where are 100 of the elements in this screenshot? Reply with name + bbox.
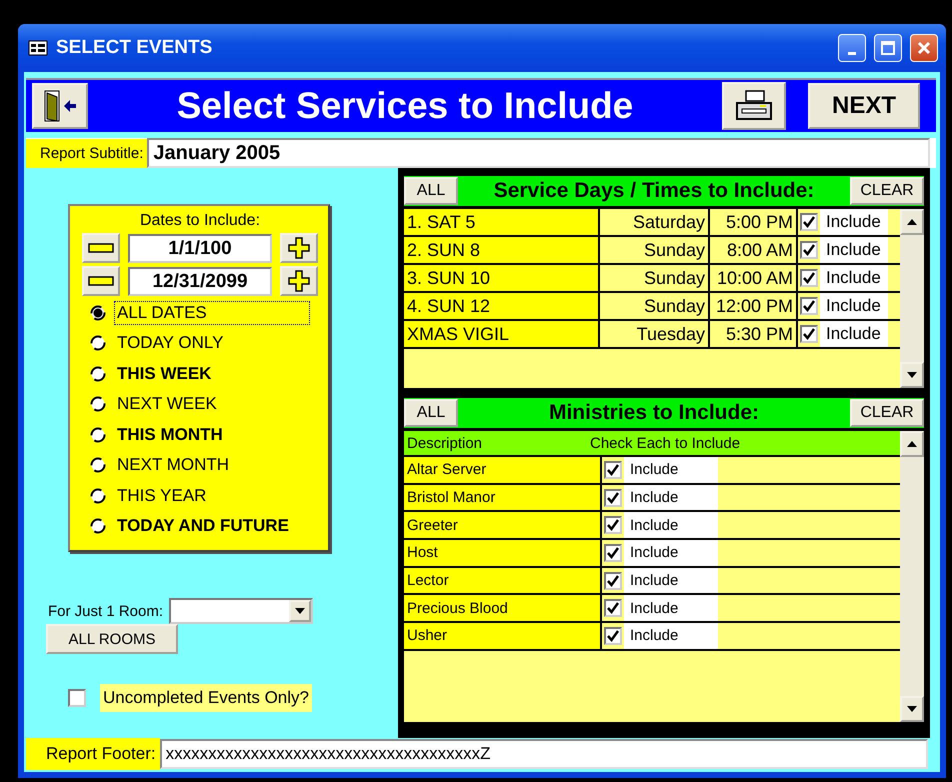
subtitle-label: Report Subtitle: bbox=[26, 138, 148, 168]
ministry-name: Host bbox=[404, 540, 602, 566]
radio-button[interactable] bbox=[90, 335, 106, 352]
subtitle-field[interactable]: January 2005 bbox=[147, 138, 930, 168]
exit-button[interactable] bbox=[32, 83, 88, 129]
radio-button[interactable] bbox=[90, 457, 106, 474]
radio-button[interactable] bbox=[90, 518, 106, 534]
service-name: 3. SUN 10 bbox=[404, 265, 600, 291]
radio-button[interactable] bbox=[90, 426, 106, 443]
date-option-label: TODAY ONLY bbox=[116, 332, 224, 354]
radio-button[interactable] bbox=[90, 366, 106, 382]
down-arrow-icon bbox=[907, 706, 917, 712]
column-header: Check Each to Include bbox=[589, 434, 740, 452]
date-option-label: ALL DATES bbox=[114, 300, 310, 325]
uncompleted-checkbox[interactable] bbox=[68, 689, 86, 707]
date-field[interactable]: 12/31/2099 bbox=[128, 266, 272, 296]
include-label: Include bbox=[624, 457, 718, 483]
ministry-name: Altar Server bbox=[404, 457, 602, 483]
include-checkbox[interactable] bbox=[800, 325, 818, 343]
service-name: 1. SAT 5 bbox=[404, 209, 600, 235]
date-option-label: THIS MONTH bbox=[116, 424, 224, 446]
section-title: Service Days / Times to Include: bbox=[492, 179, 816, 203]
exit-door-icon bbox=[42, 89, 78, 123]
all-button[interactable]: ALL bbox=[404, 399, 458, 427]
down-arrow-icon bbox=[907, 372, 917, 378]
include-checkbox[interactable] bbox=[604, 572, 622, 590]
minus-icon bbox=[88, 276, 114, 286]
service-name: 4. SUN 12 bbox=[404, 293, 600, 319]
ministry-name: Lector bbox=[404, 568, 602, 594]
include-label: Include bbox=[624, 540, 718, 566]
include-checkbox[interactable] bbox=[604, 626, 622, 645]
clear-button[interactable]: CLEAR bbox=[850, 399, 924, 427]
date-option-label: NEXT WEEK bbox=[116, 393, 218, 416]
include-checkbox[interactable] bbox=[604, 544, 622, 562]
include-label: Include bbox=[624, 484, 718, 510]
maximize-button[interactable] bbox=[874, 34, 902, 62]
scrollbar[interactable] bbox=[900, 431, 924, 722]
minimize-icon bbox=[848, 52, 856, 54]
include-label: Include bbox=[820, 293, 888, 319]
minus-icon bbox=[88, 243, 114, 253]
page-title: Select Services to Include bbox=[176, 85, 634, 127]
date-option-label: NEXT MONTH bbox=[116, 454, 230, 476]
include-checkbox[interactable] bbox=[604, 516, 622, 534]
include-label: Include bbox=[820, 237, 888, 263]
dates-label: Dates to Include: bbox=[138, 212, 262, 230]
printer-icon bbox=[734, 89, 774, 123]
section-title: Ministries to Include: bbox=[548, 401, 760, 425]
include-checkbox[interactable] bbox=[800, 241, 818, 259]
up-arrow-icon bbox=[907, 441, 917, 447]
plus-icon bbox=[288, 270, 310, 292]
date-field[interactable]: 1/1/100 bbox=[128, 234, 272, 262]
service-name: 2. SUN 8 bbox=[404, 237, 600, 263]
include-checkbox[interactable] bbox=[800, 297, 818, 315]
plus-icon bbox=[288, 237, 310, 259]
column-header: Description bbox=[406, 434, 484, 452]
include-checkbox[interactable] bbox=[604, 488, 622, 507]
increment-button[interactable] bbox=[280, 266, 318, 296]
include-label: Include bbox=[624, 595, 718, 622]
maximize-icon bbox=[880, 40, 896, 56]
down-arrow-icon bbox=[295, 608, 306, 614]
date-option-label: THIS WEEK bbox=[116, 362, 212, 385]
minimize-button[interactable] bbox=[838, 34, 866, 62]
room-dropdown[interactable] bbox=[169, 598, 314, 624]
include-checkbox[interactable] bbox=[604, 460, 622, 479]
footer-label: Report Footer: bbox=[26, 738, 160, 770]
include-label: Include bbox=[624, 512, 718, 538]
scroll-down-button[interactable] bbox=[900, 362, 924, 388]
radio-button[interactable] bbox=[90, 488, 106, 504]
scroll-down-button[interactable] bbox=[900, 696, 924, 722]
increment-button[interactable] bbox=[280, 233, 318, 263]
include-checkbox[interactable] bbox=[604, 599, 622, 618]
window-title: SELECT EVENTS bbox=[56, 37, 214, 59]
clear-button[interactable]: CLEAR bbox=[850, 177, 924, 205]
scroll-up-button[interactable] bbox=[900, 209, 924, 235]
include-checkbox[interactable] bbox=[800, 269, 818, 287]
scrollbar[interactable] bbox=[900, 209, 924, 388]
decrement-button[interactable] bbox=[82, 266, 120, 296]
include-label: Include bbox=[820, 265, 888, 291]
dropdown-button[interactable] bbox=[289, 600, 312, 622]
decrement-button[interactable] bbox=[82, 233, 120, 263]
date-option-label: TODAY AND FUTURE bbox=[116, 515, 290, 538]
close-button[interactable] bbox=[910, 34, 938, 62]
ministry-name: Precious Blood bbox=[404, 595, 602, 622]
all-rooms-button[interactable]: ALL ROOMS bbox=[46, 624, 178, 654]
radio-button[interactable] bbox=[90, 396, 106, 412]
all-button[interactable]: ALL bbox=[404, 177, 458, 205]
radio-button[interactable] bbox=[90, 304, 106, 321]
up-arrow-icon bbox=[907, 219, 917, 225]
date-option-label: THIS YEAR bbox=[116, 484, 208, 507]
ministry-name: Bristol Manor bbox=[404, 484, 602, 510]
include-label: Include bbox=[820, 321, 888, 347]
footer-field[interactable]: xxxxxxxxxxxxxxxxxxxxxxxxxxxxxxxxxxxxxZ bbox=[160, 739, 928, 769]
print-button[interactable] bbox=[722, 82, 786, 130]
next-button[interactable]: NEXT bbox=[808, 83, 920, 129]
include-label: Include bbox=[820, 209, 888, 235]
include-checkbox[interactable] bbox=[800, 213, 818, 231]
include-label: Include bbox=[624, 568, 718, 594]
scroll-up-button[interactable] bbox=[900, 431, 924, 457]
form-icon bbox=[28, 40, 48, 56]
ministry-name: Usher bbox=[404, 623, 602, 649]
